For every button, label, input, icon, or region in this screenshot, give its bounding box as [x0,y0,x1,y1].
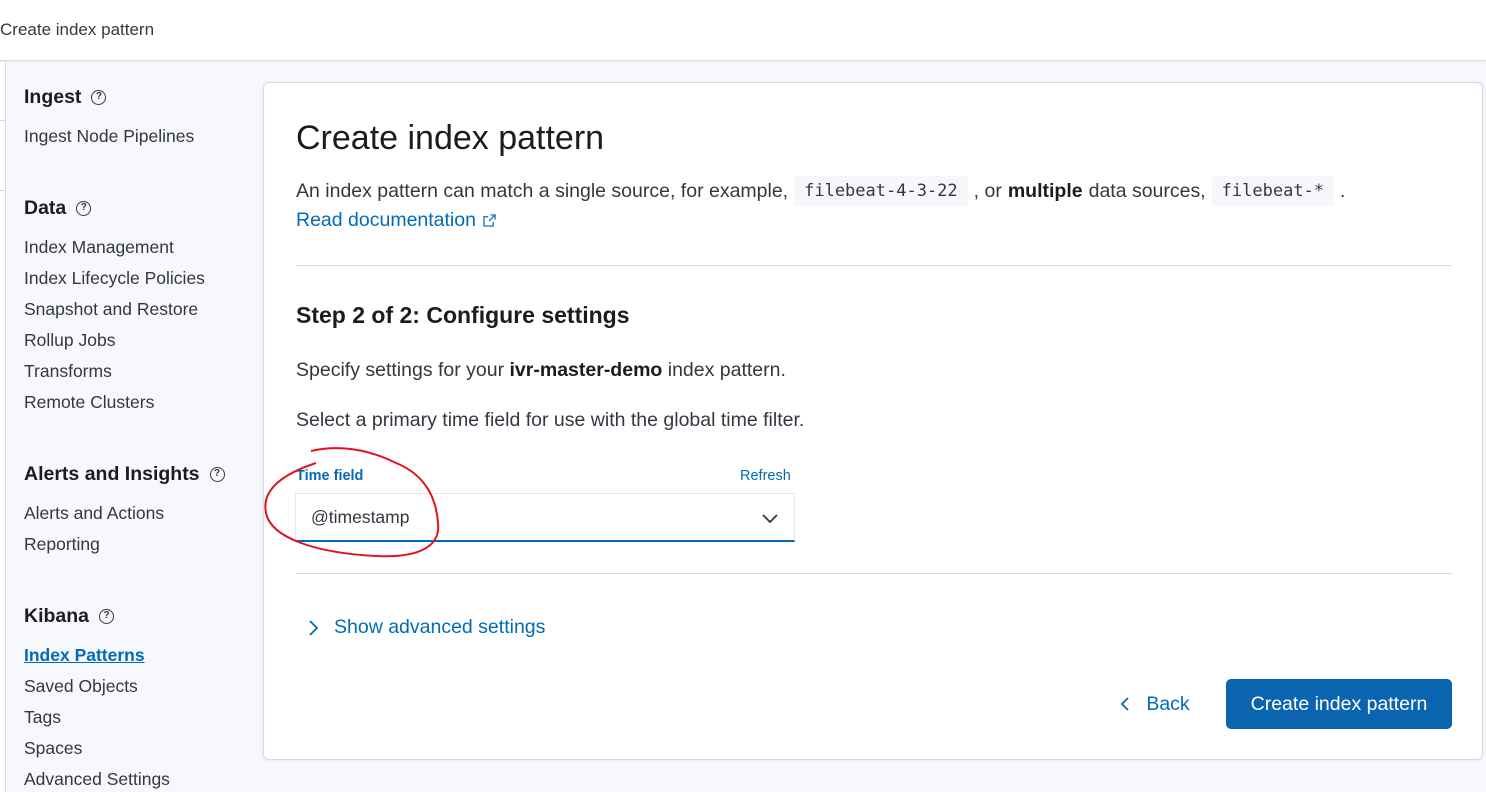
strip-divider [0,120,6,121]
nav-item-spaces[interactable]: Spaces [24,738,82,759]
time-field-value: @timestamp [311,506,410,527]
nav-item-transforms[interactable]: Transforms [24,361,112,382]
description-text: data sources, [1088,179,1206,202]
index-name: ivr-master-demo [509,359,663,381]
nav-section-title: Kibana [24,604,90,627]
nav-item-index-management[interactable]: Index Management [24,237,174,258]
step-title: Step 2 of 2: Configure settings [296,302,630,328]
help-icon[interactable]: ? [209,466,225,482]
advanced-label: Show advanced settings [334,616,546,638]
nav-section-title: Data [24,196,67,219]
divider [296,573,1452,574]
description-text: , or [973,179,1002,202]
description-text: . [1340,179,1346,202]
create-index-pattern-panel: Create index pattern An index pattern ca… [263,82,1483,760]
nav-item-snapshot-and-restore[interactable]: Snapshot and Restore [24,299,198,320]
link-label: Read documentation [296,209,476,231]
nav-section-title: Ingest [24,85,82,108]
strip-divider [0,190,6,191]
chevron-right-icon [309,619,319,636]
description-text: An index pattern can match a single sour… [296,179,789,202]
description-bold: multiple [1007,179,1083,202]
nav-item-index-lifecycle-policies[interactable]: Index Lifecycle Policies [24,268,205,289]
left-strip [0,62,6,792]
top-bar: Create index pattern [0,0,1486,61]
chevron-down-icon [762,514,778,524]
nav-section-title: Alerts and Insights [24,462,200,485]
nav-section-data: Data ? [24,195,92,221]
nav-section-ingest: Ingest ? [24,84,107,110]
divider [296,265,1452,266]
nav-item-saved-objects[interactable]: Saved Objects [24,676,138,697]
help-icon[interactable]: ? [99,608,115,624]
help-icon[interactable]: ? [91,89,107,105]
nav-section-alerts-and-insights: Alerts and Insights ? [24,461,225,487]
read-documentation-link[interactable]: Read documentation [296,209,496,232]
breadcrumb[interactable]: Create index pattern [0,20,154,40]
specify-text: Specify settings for your ivr-master-dem… [296,359,786,381]
back-button[interactable]: Back [1110,680,1200,728]
refresh-link[interactable]: Refresh [740,468,791,484]
nav-item-ingest-node-pipelines[interactable]: Ingest Node Pipelines [24,126,194,147]
time-field-select[interactable]: @timestamp [295,493,795,542]
create-index-pattern-button[interactable]: Create index pattern [1226,679,1452,729]
example-code: filebeat-4-3-22 [794,176,968,206]
nav-item-tags[interactable]: Tags [24,707,61,728]
external-link-icon [483,214,496,227]
nav-item-index-patterns[interactable]: Index Patterns [24,645,145,666]
help-icon[interactable]: ? [76,200,92,216]
nav-item-rollup-jobs[interactable]: Rollup Jobs [24,330,115,351]
select-time-text: Select a primary time field for use with… [296,409,805,431]
nav-item-reporting[interactable]: Reporting [24,534,100,555]
chevron-left-icon [1121,697,1129,711]
description: An index pattern can match a single sour… [296,176,1345,206]
example-code: filebeat-* [1211,176,1335,206]
time-field-label: Time field [296,468,364,484]
page-title: Create index pattern [296,119,605,157]
nav-section-kibana: Kibana ? [24,603,115,629]
nav-item-remote-clusters[interactable]: Remote Clusters [24,392,154,413]
nav-item-advanced-settings[interactable]: Advanced Settings [24,769,170,790]
back-label: Back [1146,692,1190,715]
nav-item-alerts-and-actions[interactable]: Alerts and Actions [24,503,164,524]
show-advanced-settings-toggle[interactable]: Show advanced settings [308,616,545,639]
